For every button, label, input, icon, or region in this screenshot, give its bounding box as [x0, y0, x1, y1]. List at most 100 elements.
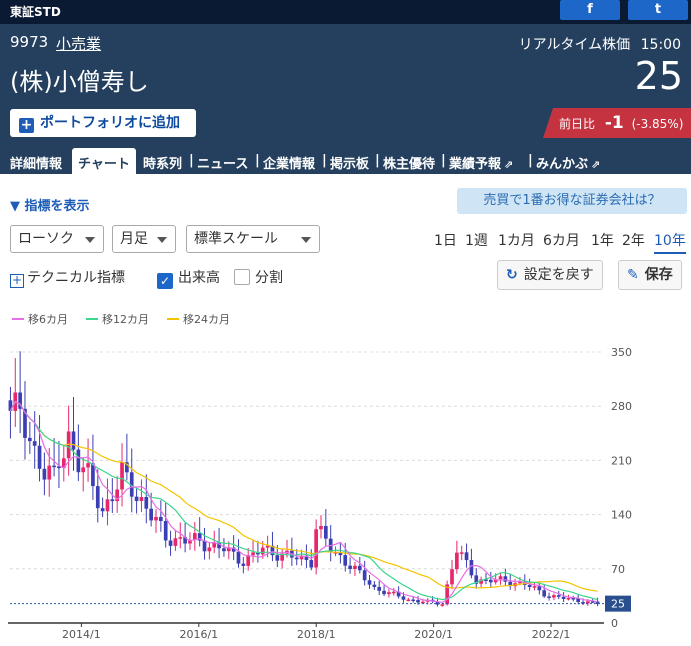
tab-separator: | [441, 153, 446, 168]
paperclip-icon: ✎ [627, 267, 639, 283]
period-1y[interactable]: 1年 [591, 230, 614, 250]
candle-body [367, 580, 372, 585]
candle-body [37, 445, 42, 469]
candle-body [105, 499, 110, 512]
tab-separator: | [255, 153, 260, 168]
tab-details[interactable]: 詳細情報 [10, 153, 62, 172]
y-tick-label: 280 [611, 400, 632, 413]
candle-body [52, 465, 56, 468]
change-value: -1 [604, 113, 624, 133]
facebook-share-button[interactable]: f [560, 0, 620, 20]
change-label: 前日比 [559, 117, 596, 131]
x-tick-label: 2020/1 [414, 628, 453, 641]
candle-body [32, 441, 37, 446]
sector-link[interactable]: 小売業 [56, 33, 101, 54]
tab-forecast[interactable]: 業績予報 ⇗ [449, 153, 513, 172]
tab-chart[interactable]: チャート [72, 148, 136, 174]
candle-body [372, 584, 377, 587]
realtime-price-label: リアルタイム株価 15:00 [519, 34, 681, 54]
period-10y[interactable]: 10年 [654, 230, 686, 254]
save-button[interactable]: ✎ 保存 [618, 260, 682, 290]
candle-body [47, 465, 52, 480]
candle-body [416, 600, 420, 603]
candle-body [387, 592, 391, 595]
candle-body [168, 540, 173, 546]
candle-body [450, 569, 454, 585]
twitter-share-button[interactable]: t [628, 0, 688, 20]
tab-benefits[interactable]: 株主優待 [383, 153, 435, 172]
candle-body [498, 576, 503, 580]
y-tick-label: 210 [611, 454, 632, 467]
candle-body [173, 538, 178, 546]
technical-indicator-button[interactable]: + テクニカル指標 [10, 267, 125, 288]
period-1d[interactable]: 1日 [434, 230, 457, 250]
tab-company[interactable]: 企業情報 [263, 153, 315, 172]
candle-body [144, 497, 149, 509]
plus-icon: + [19, 117, 34, 133]
candle-body [159, 516, 163, 522]
legend-label: 移24カ月 [183, 313, 230, 326]
candle-body [323, 526, 328, 539]
x-tick-label: 2018/1 [297, 628, 336, 641]
candle-body [27, 437, 32, 442]
candle-body [309, 560, 314, 568]
plus-icon: + [10, 273, 24, 288]
add-portfolio-button[interactable]: + ポートフォリオに追加 [10, 109, 196, 137]
interval-select[interactable]: 月足 [112, 225, 176, 253]
candle-body [139, 497, 144, 502]
show-indicators-toggle[interactable]: ▼ 指標を表示 [10, 195, 90, 214]
candle-body [488, 579, 493, 583]
scale-select[interactable]: 標準スケール [186, 225, 320, 253]
tab-minkabu[interactable]: みんかぶ ⇗ [536, 153, 600, 172]
y-tick-label: 70 [611, 563, 625, 576]
split-checkbox[interactable]: 分割 [234, 267, 283, 287]
candle-body [294, 557, 299, 560]
legend-label: 移6カ月 [28, 313, 68, 326]
candle-body [110, 499, 115, 502]
candle-body [566, 598, 571, 600]
candle-body [202, 540, 207, 552]
candle-body [154, 516, 158, 521]
candle-body [406, 599, 411, 602]
candle-body [178, 537, 183, 539]
external-link-icon: ⇗ [504, 158, 514, 171]
period-1w[interactable]: 1週 [465, 230, 488, 250]
stock-chart[interactable]: 0 70 140 210 280 350 2014/1 2016/1 2018/1 2020/1 2… [0, 330, 691, 646]
candle-body [357, 565, 362, 571]
reset-settings-button[interactable]: ↻ 設定を戻す [497, 260, 603, 290]
candle-body [362, 570, 367, 581]
add-portfolio-label: ポートフォリオに追加 [40, 115, 180, 131]
legend-label: 移12カ月 [102, 313, 149, 326]
tab-board[interactable]: 掲示板 [330, 153, 369, 172]
candle-body [556, 595, 561, 597]
candle-body [382, 590, 386, 595]
tab-timeseries[interactable]: 時系列 [143, 153, 182, 172]
candle-body [411, 599, 416, 602]
candle-body [222, 548, 226, 552]
candle-body [561, 596, 566, 599]
candle-body [503, 576, 508, 582]
candle-body [314, 529, 318, 568]
candle-body [241, 563, 246, 566]
period-6m[interactable]: 6カ月 [543, 230, 580, 250]
volume-checkbox[interactable]: ✓ 出来高 [157, 267, 220, 289]
legend-ma12: 移12カ月 [86, 311, 149, 327]
tab-separator: | [375, 153, 380, 168]
legend-swatch [86, 318, 98, 320]
stock-header: 9973 小売業 リアルタイム株価 15:00 (株)小僧寿し 25 + ポートフ… [0, 24, 691, 174]
candle-body [547, 596, 551, 598]
realtime-label: リアルタイム株価 [518, 37, 631, 53]
candle-body [459, 552, 464, 554]
candle-body [120, 462, 124, 490]
promo-banner[interactable]: 売買で1番お得な証券会社は？ [457, 188, 687, 214]
candle-body [319, 526, 323, 530]
period-1m[interactable]: 1カ月 [498, 230, 535, 250]
tab-news[interactable]: ニュース [197, 153, 248, 172]
candle-body [134, 496, 139, 502]
x-tick-label: 2022/1 [532, 628, 571, 641]
tab-separator: | [189, 153, 194, 168]
candle-body [86, 463, 90, 468]
chart-type-select[interactable]: ローソク [10, 225, 104, 253]
period-2y[interactable]: 2年 [622, 230, 645, 250]
y-tick-label: 0 [611, 617, 618, 630]
